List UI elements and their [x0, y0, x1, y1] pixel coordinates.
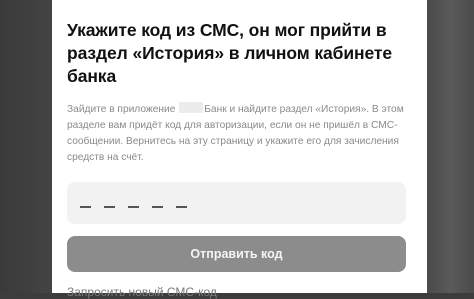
dimmed-backdrop-right [427, 0, 474, 293]
code-digit-slot [128, 206, 139, 208]
dialog-description: Зайдите в приложение Банк и найдите разд… [67, 102, 412, 166]
submit-code-button[interactable]: Отправить код [67, 236, 406, 272]
sms-code-dialog: Укажите код из СМС, он мог прийти в разд… [52, 0, 427, 299]
sms-code-input[interactable] [67, 182, 406, 224]
code-digit-slot [104, 206, 115, 208]
code-digit-slot [80, 206, 91, 208]
code-digit-slot [176, 206, 187, 208]
description-text-start: Зайдите в приложение [67, 104, 176, 115]
redacted-bank-name [179, 102, 204, 113]
request-new-code-link[interactable]: Запросить новый СМС-код [67, 285, 412, 299]
code-digit-slot [152, 206, 163, 208]
dialog-title: Укажите код из СМС, он мог прийти в разд… [67, 20, 393, 86]
